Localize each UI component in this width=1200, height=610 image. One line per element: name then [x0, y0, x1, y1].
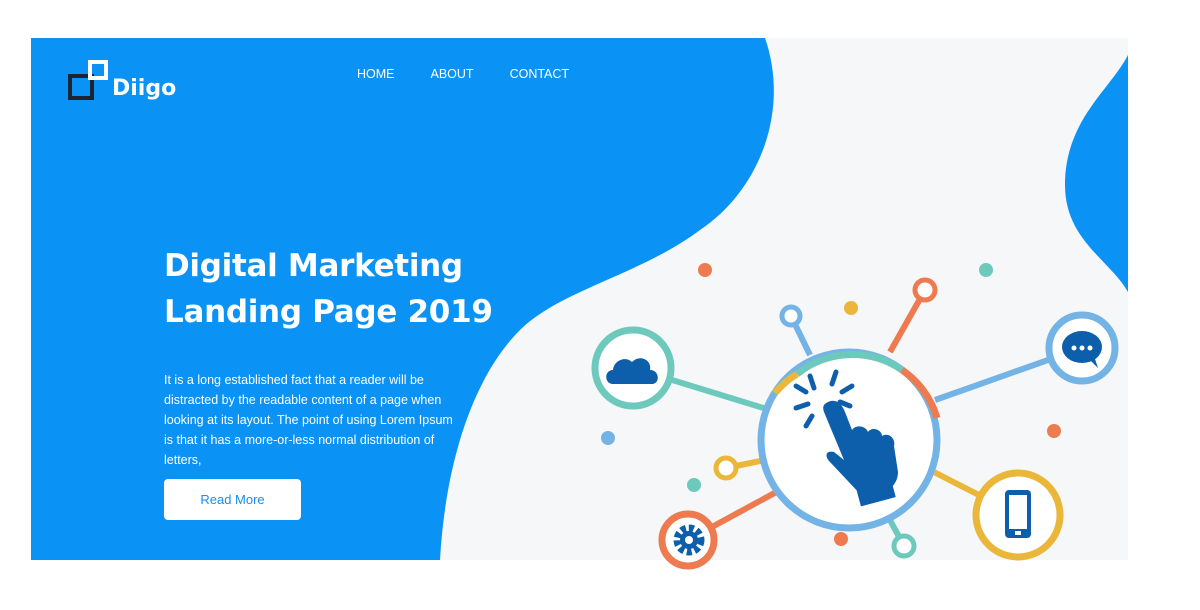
logo-text: Diigo [112, 76, 177, 101]
hero-description: It is a long established fact that a rea… [164, 373, 453, 467]
nav-contact[interactable]: CONTACT [510, 67, 570, 81]
hero-title-line-1: Digital Marketing [164, 248, 463, 284]
read-more-button[interactable]: Read More [164, 479, 301, 520]
hero-title: Digital Marketing Landing Page 2019 [164, 243, 493, 335]
main-nav: HOME ABOUT CONTACT [357, 67, 569, 81]
hero-title-line-2: Landing Page 2019 [164, 294, 493, 330]
nav-about[interactable]: ABOUT [431, 67, 474, 81]
smartphone-icon [1005, 490, 1031, 538]
nav-home[interactable]: HOME [357, 67, 395, 81]
logo-square-light [88, 60, 108, 80]
logo[interactable]: Diigo [68, 60, 178, 104]
